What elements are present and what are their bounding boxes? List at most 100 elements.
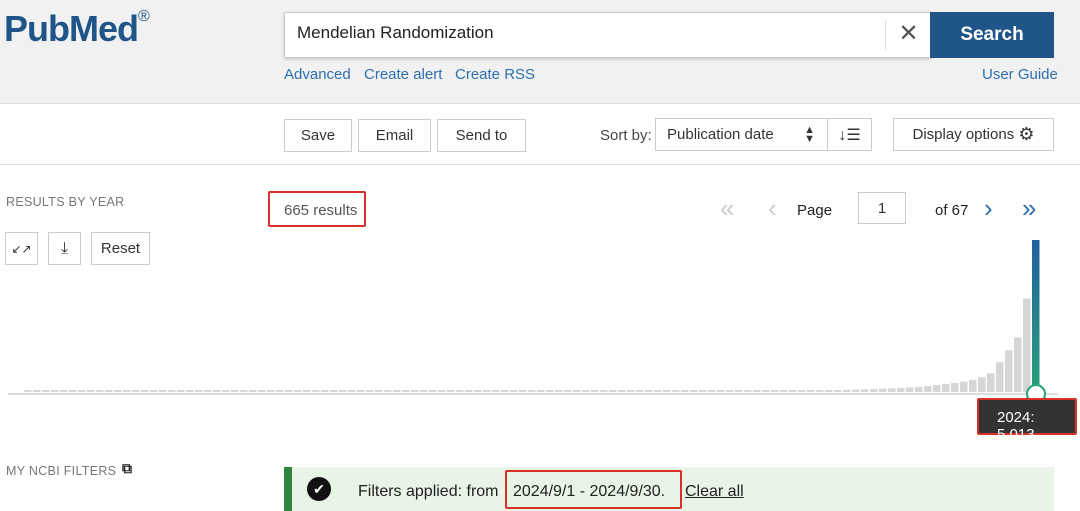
chart-bar[interactable] — [483, 390, 491, 392]
chart-bar[interactable] — [987, 373, 995, 392]
chart-bar[interactable] — [690, 390, 698, 392]
chart-bar[interactable] — [771, 390, 779, 392]
chart-bar[interactable] — [465, 390, 473, 392]
chart-bar[interactable] — [114, 390, 122, 392]
chart-bar[interactable] — [258, 390, 266, 392]
chart-bar[interactable] — [87, 390, 95, 392]
chart-bar[interactable] — [726, 390, 734, 392]
chart-bar[interactable] — [186, 390, 194, 392]
chart-bar[interactable] — [195, 390, 203, 392]
user-guide-link[interactable]: User Guide — [982, 66, 1058, 83]
chart-bar[interactable] — [834, 390, 842, 392]
chart-bar[interactable] — [663, 390, 671, 392]
chart-bar[interactable] — [24, 390, 32, 392]
chart-bar[interactable] — [150, 390, 158, 392]
chart-bar[interactable] — [897, 388, 905, 392]
pubmed-logo[interactable]: PubMed® — [4, 8, 150, 50]
chart-bar[interactable] — [789, 390, 797, 392]
chart-bar[interactable] — [573, 390, 581, 392]
chart-bar[interactable] — [357, 390, 365, 392]
chart-bar[interactable] — [159, 390, 167, 392]
chart-bar[interactable] — [177, 390, 185, 392]
last-page-icon[interactable]: » — [1022, 193, 1036, 224]
chart-bar[interactable] — [591, 390, 599, 392]
chart-bar[interactable] — [312, 390, 320, 392]
chart-bar-selected[interactable] — [1032, 240, 1040, 392]
search-button[interactable]: Search — [930, 12, 1054, 58]
chart-bar[interactable] — [609, 390, 617, 392]
chart-bar[interactable] — [528, 390, 536, 392]
chart-bar[interactable] — [1005, 350, 1013, 392]
chart-bar[interactable] — [870, 388, 878, 392]
create-alert-link[interactable]: Create alert — [364, 66, 442, 83]
chart-bar[interactable] — [888, 388, 896, 392]
send-to-button[interactable]: Send to — [437, 119, 526, 152]
chart-bar[interactable] — [303, 390, 311, 392]
chart-bar[interactable] — [60, 390, 68, 392]
chart-bar[interactable] — [654, 390, 662, 392]
chart-bar[interactable] — [51, 390, 59, 392]
chart-bar[interactable] — [438, 390, 446, 392]
chart-bar[interactable] — [555, 390, 563, 392]
chart-bar[interactable] — [636, 390, 644, 392]
chart-bar[interactable] — [78, 390, 86, 392]
chart-bar[interactable] — [951, 382, 959, 392]
chart-bar[interactable] — [924, 385, 932, 392]
chart-bar[interactable] — [762, 390, 770, 392]
chart-bar[interactable] — [33, 390, 41, 392]
chart-bar[interactable] — [132, 390, 140, 392]
chart-bar[interactable] — [393, 390, 401, 392]
chart-bar[interactable] — [618, 390, 626, 392]
next-page-icon[interactable]: › — [984, 193, 993, 224]
chart-bar[interactable] — [474, 390, 482, 392]
chart-bar[interactable] — [249, 390, 257, 392]
chart-bar[interactable] — [564, 390, 572, 392]
chart-bar[interactable] — [753, 390, 761, 392]
chart-bar[interactable] — [672, 390, 680, 392]
chart-bar[interactable] — [330, 390, 338, 392]
chart-bar[interactable] — [348, 390, 356, 392]
chart-bar[interactable] — [456, 390, 464, 392]
chart-bar[interactable] — [537, 390, 545, 392]
chart-bar[interactable] — [825, 390, 833, 392]
chart-bar[interactable] — [780, 390, 788, 392]
chart-bar[interactable] — [906, 387, 914, 392]
chart-bar[interactable] — [276, 390, 284, 392]
chart-bar[interactable] — [879, 388, 887, 392]
chart-bar[interactable] — [1014, 337, 1022, 392]
chart-bar[interactable] — [339, 390, 347, 392]
chart-bar[interactable] — [168, 390, 176, 392]
chart-bar[interactable] — [1023, 298, 1031, 392]
chart-bar[interactable] — [519, 390, 527, 392]
chart-bar[interactable] — [600, 390, 608, 392]
chart-bar[interactable] — [420, 390, 428, 392]
chart-bar[interactable] — [843, 389, 851, 392]
chart-bar[interactable] — [744, 390, 752, 392]
chart-bar[interactable] — [996, 362, 1004, 392]
chart-bar[interactable] — [411, 390, 419, 392]
chart-bar[interactable] — [366, 390, 374, 392]
chart-bar[interactable] — [204, 390, 212, 392]
chart-bar[interactable] — [69, 390, 77, 392]
search-input[interactable] — [297, 23, 877, 43]
chart-bar[interactable] — [402, 390, 410, 392]
chart-bar[interactable] — [105, 390, 113, 392]
chart-bar[interactable] — [492, 390, 500, 392]
chart-bar[interactable] — [231, 390, 239, 392]
chart-bar[interactable] — [627, 390, 635, 392]
chart-bar[interactable] — [501, 390, 509, 392]
clear-all-link[interactable]: Clear all — [685, 483, 744, 501]
chart-bar[interactable] — [267, 390, 275, 392]
email-button[interactable]: Email — [358, 119, 431, 152]
chart-bar[interactable] — [222, 390, 230, 392]
chart-bar[interactable] — [321, 390, 329, 392]
chart-bar[interactable] — [681, 390, 689, 392]
sort-order-icon[interactable]: ↓☰ — [827, 118, 872, 151]
chart-bar[interactable] — [852, 389, 860, 392]
chart-bar[interactable] — [123, 390, 131, 392]
chart-bar[interactable] — [969, 379, 977, 392]
chart-bar[interactable] — [240, 390, 248, 392]
chart-bar[interactable] — [816, 390, 824, 392]
chart-bar[interactable] — [294, 390, 302, 392]
chart-bar[interactable] — [213, 390, 221, 392]
